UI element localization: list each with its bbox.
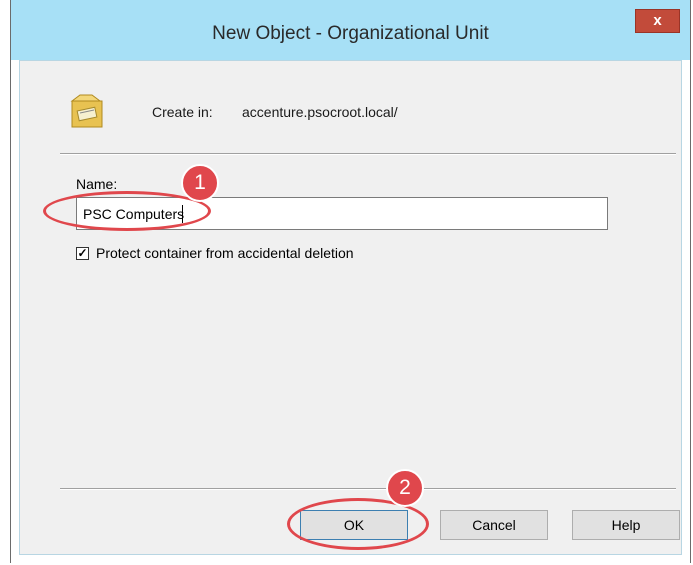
cancel-button[interactable]: Cancel: [440, 510, 548, 540]
dialog-body: Create in: accenture.psocroot.local/ Nam…: [19, 60, 682, 555]
bottom-divider: [60, 488, 676, 490]
close-button[interactable]: x: [635, 9, 680, 33]
title-bar[interactable]: New Object - Organizational Unit x: [11, 0, 690, 60]
dialog-title: New Object - Organizational Unit: [212, 23, 489, 44]
help-button[interactable]: Help: [572, 510, 680, 540]
protect-checkbox[interactable]: ✓: [76, 247, 89, 260]
annotation-marker-1: 1: [181, 164, 219, 202]
name-highlight-ring: [43, 191, 211, 231]
create-in-label: Create in:: [152, 104, 213, 120]
protect-checkbox-label[interactable]: Protect container from accidental deleti…: [96, 245, 354, 261]
name-label: Name:: [76, 176, 118, 192]
create-in-path: accenture.psocroot.local/: [242, 104, 398, 120]
annotation-marker-2: 2: [386, 469, 424, 507]
organizational-unit-icon: [70, 94, 103, 128]
top-divider: [60, 153, 676, 155]
dialog-window: New Object - Organizational Unit x Creat…: [10, 0, 691, 563]
